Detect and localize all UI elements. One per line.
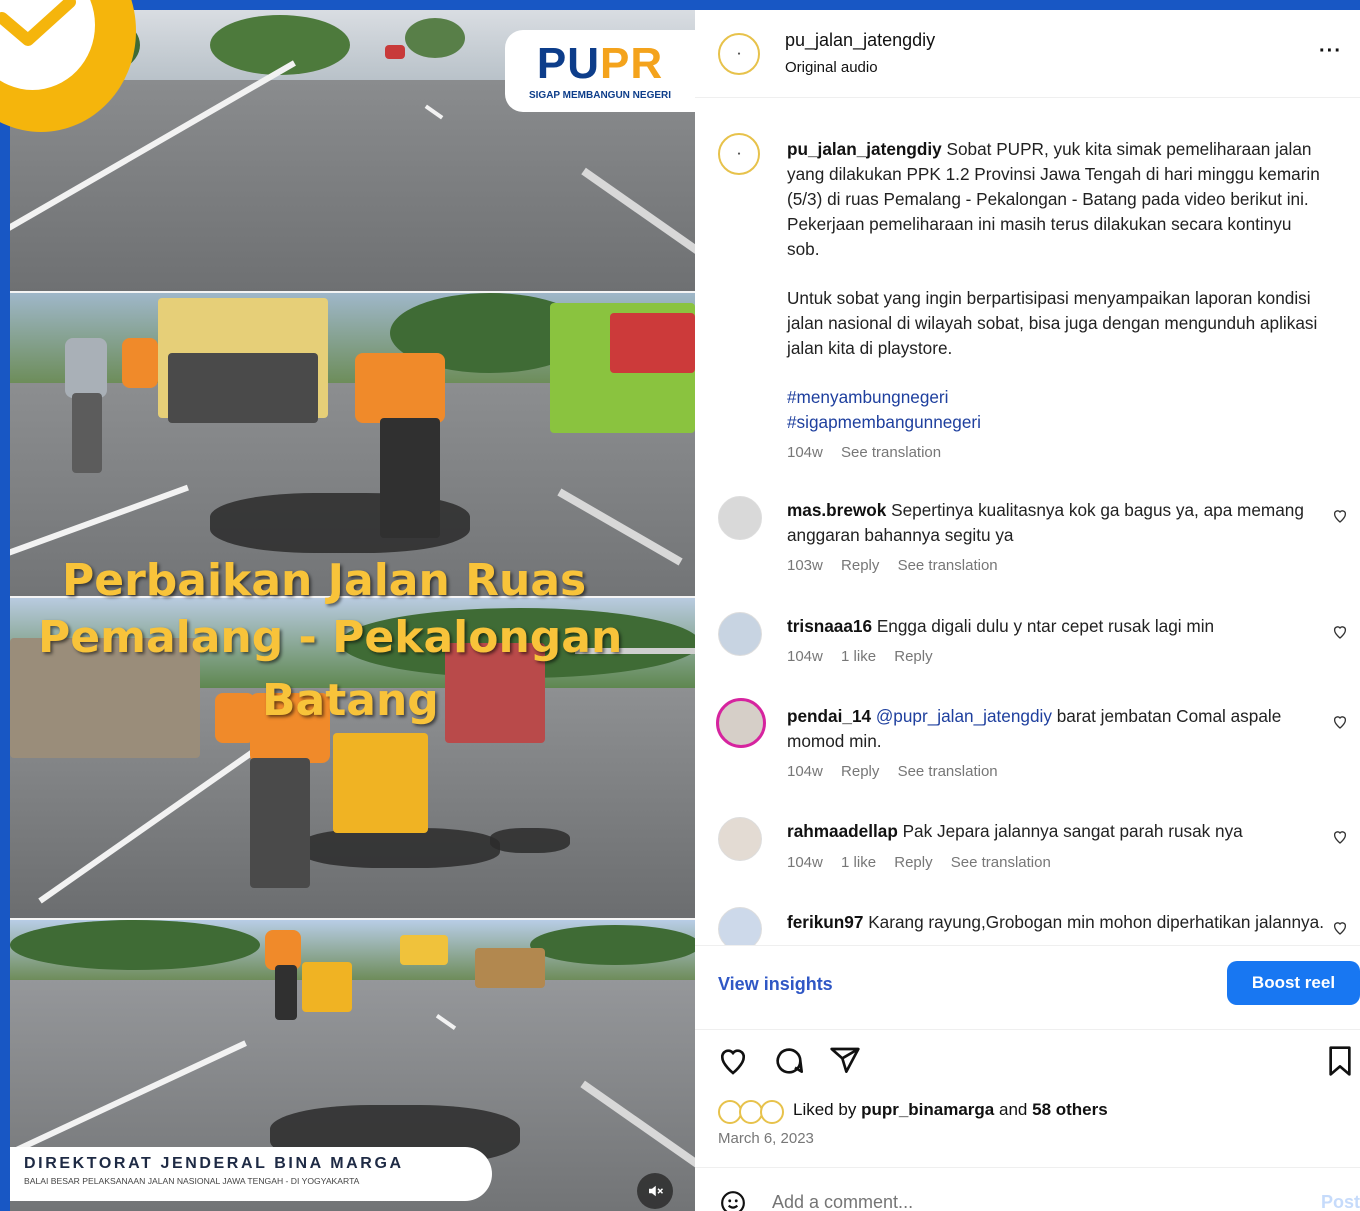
post-header: ● pu_jalan_jatengdiy Original audio ··· [695,10,1360,98]
post-actions: Liked by pupr_binamarga and 58 others Ma… [695,1029,1360,1159]
caption: pu_jalan_jatengdiy Sobat PUPR, yuk kita … [787,137,1327,262]
comment-text: ferikun97 Karang rayung,Grobogan min moh… [787,912,1324,932]
like-count[interactable]: 1 like [841,854,876,871]
original-audio-link[interactable]: Original audio [785,59,878,76]
comment-username[interactable]: mas.brewok [787,500,886,520]
footer-title: DIREKTORAT JENDERAL BINA MARGA [24,1155,404,1172]
comment-meta: 103w Reply See translation [787,557,998,574]
headline-line-1: Perbaikan Jalan Ruas [62,555,587,606]
liker-avatar[interactable] [760,1100,784,1124]
commenter-avatar[interactable] [718,612,762,656]
boost-reel-button[interactable]: Boost reel [1227,961,1360,1005]
header-username[interactable]: pu_jalan_jatengdiy [785,30,935,51]
send-icon[interactable] [829,1045,861,1077]
video-frame-2 [10,293,695,598]
comment-username[interactable]: rahmaadellap [787,821,898,841]
see-translation-link[interactable]: See translation [951,854,1051,871]
checkmark-icon [0,0,76,46]
commenter-avatar-story[interactable] [716,698,766,748]
headline-line-2: Pemalang - Pekalongan [38,612,623,663]
mention-link[interactable]: @pupr_jalan_jatengdiy [876,706,1052,726]
reply-button[interactable]: Reply [841,557,879,574]
liked-user: pupr_binamarga [861,1100,995,1119]
comment-meta: 104w 1 like Reply See translation [787,854,1051,871]
reply-button[interactable]: Reply [841,763,879,780]
comment-meta: 104w Reply See translation [787,763,998,780]
speaker-muted-icon [649,1185,664,1197]
post-date: March 6, 2023 [718,1130,814,1147]
caption-paragraph-2: Untuk sobat yang ingin berpartisipasi me… [787,288,1318,358]
caption-meta: 104w See translation [787,444,955,461]
insights-bar: View insights Boost reel [695,945,1360,1029]
mute-button[interactable] [637,1173,673,1209]
comment-input[interactable] [772,1192,1252,1211]
comment-bar: Post [695,1167,1360,1211]
see-translation-link[interactable]: See translation [898,763,998,780]
heart-icon[interactable] [1332,920,1348,936]
heart-icon[interactable] [717,1045,749,1077]
comment-username[interactable]: ferikun97 [787,912,863,932]
commenter-avatar[interactable] [718,817,762,861]
comment-text: trisnaaa16 Engga digali dulu y ntar cepe… [787,616,1215,636]
see-translation-link[interactable]: See translation [841,444,941,461]
logo-tagline: SIGAP MEMBANGUN NEGERI [528,89,672,101]
view-insights-link[interactable]: View insights [718,974,833,995]
comment-text: rahmaadellap Pak Jepara jalannya sangat … [787,821,1243,841]
comment-username[interactable]: pendai_14 [787,706,871,726]
reply-button[interactable]: Reply [894,648,932,665]
reply-button[interactable]: Reply [894,854,932,871]
comment-meta: 104w 1 like Reply [787,648,933,665]
heart-icon[interactable] [1332,624,1348,640]
heart-icon[interactable] [1332,829,1348,845]
footer-banner: DIREKTORAT JENDERAL BINA MARGA BALAI BES… [10,1147,492,1201]
more-options-button[interactable]: ··· [1319,40,1342,63]
bookmark-icon[interactable] [1324,1045,1356,1077]
comment-text: mas.brewok Sepertinya kualitasnya kok ga… [787,500,1304,545]
hashtag-link[interactable]: #menyambungnegeri [787,385,1327,410]
header-avatar[interactable]: ● [718,33,760,75]
liked-others: 58 others [1032,1100,1108,1119]
heart-icon[interactable] [1332,508,1348,524]
headline-line-3: Batang [262,675,439,726]
comment-icon[interactable] [773,1045,805,1077]
see-translation-link[interactable]: See translation [898,557,998,574]
liked-by[interactable]: Liked by pupr_binamarga and 58 others [793,1100,1108,1120]
caption-time: 104w [787,444,823,461]
post-panel: ● pu_jalan_jatengdiy Original audio ··· … [695,10,1360,1211]
commenter-avatar[interactable] [718,496,762,540]
like-count[interactable]: 1 like [841,648,876,665]
reel-video[interactable]: PUPR SIGAP MEMBANGUN NEGERI Perbaikan Ja… [10,10,695,1211]
caption-username[interactable]: pu_jalan_jatengdiy [787,139,942,159]
comments-section[interactable]: ● pu_jalan_jatengdiy Sobat PUPR, yuk kit… [695,99,1360,945]
comment-username[interactable]: trisnaaa16 [787,616,872,636]
emoji-icon[interactable] [720,1190,746,1211]
caption-avatar[interactable]: ● [718,133,760,175]
comment-text: pendai_14 @pupr_jalan_jatengdiy barat je… [787,706,1282,751]
footer-subtitle: BALAI BESAR PELAKSANAAN JALAN NASIONAL J… [24,1176,360,1186]
commenter-avatar[interactable] [718,907,762,945]
hashtag-link[interactable]: #sigapmembangunnegeri [787,410,1327,435]
post-comment-button[interactable]: Post [1321,1192,1360,1211]
heart-icon[interactable] [1332,714,1348,730]
pupr-logo: PUPR SIGAP MEMBANGUN NEGERI [505,30,695,112]
